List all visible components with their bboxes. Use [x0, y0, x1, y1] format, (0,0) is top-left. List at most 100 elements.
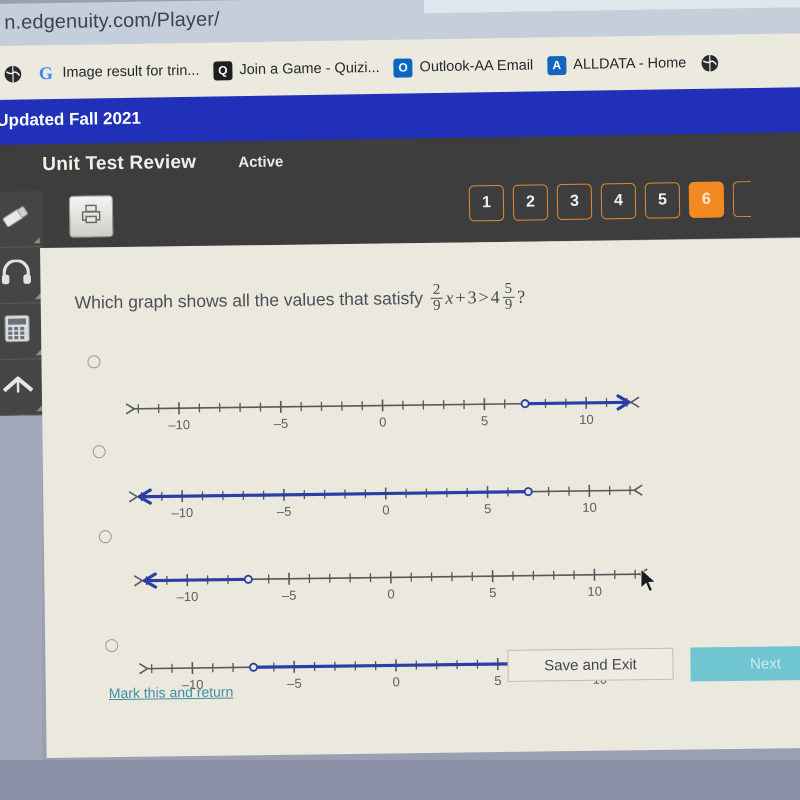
tool-rail: [0, 191, 46, 418]
fraction-denominator: 9: [502, 297, 515, 314]
calculator-tool-button[interactable]: [0, 303, 45, 360]
globe-icon: [3, 64, 22, 83]
screen-photo: n.edgenuity.com/Player/ G Image result f…: [0, 0, 800, 800]
axis-tick-label: –5: [282, 588, 297, 603]
audio-tool-button[interactable]: [0, 247, 44, 304]
banner-text: Updated Fall 2021: [0, 108, 142, 130]
axis-tick-label: –5: [287, 676, 302, 691]
solution-ray: [525, 400, 630, 406]
google-icon: G: [38, 62, 54, 83]
answer-radio-B[interactable]: [92, 445, 106, 459]
axis-arrow: [128, 491, 138, 503]
quizizz-icon: Q: [213, 60, 233, 81]
math-constant: 3: [467, 287, 477, 308]
print-button[interactable]: [68, 195, 114, 238]
number-line-graph: –10 –5 0 5 10: [128, 484, 643, 520]
math-relation: >: [478, 287, 489, 308]
url-text[interactable]: n.edgenuity.com/Player/: [4, 8, 220, 34]
status-badge: Active: [238, 153, 284, 172]
question-nav-button-5[interactable]: 5: [644, 182, 681, 219]
axis-tick-label: 10: [587, 584, 602, 599]
fraction-five-ninths: 5 9: [502, 280, 515, 314]
question-text: Which graph shows all the values that sa…: [74, 288, 424, 313]
endpoint-open-circle: [520, 399, 530, 409]
number-line-option-B[interactable]: –10 –5 0 5 10: [113, 468, 659, 531]
desktop-bottom-strip: [0, 760, 800, 800]
bookmark-label: ALLDATA - Home: [573, 55, 687, 73]
question-panel: Which graph shows all the values that sa…: [40, 237, 800, 758]
question-nav-button-4[interactable]: 4: [600, 182, 637, 220]
question-nav-button-3[interactable]: 3: [556, 183, 593, 221]
axis-tick-label: 0: [379, 414, 386, 429]
collapse-arrow-icon: [1, 372, 35, 402]
question-nav-button-7[interactable]: [732, 181, 752, 218]
question-nav-button-6[interactable]: 6: [688, 181, 725, 219]
axis-tick-label: 10: [582, 500, 597, 515]
bookmark-item-alldata[interactable]: A ALLDATA - Home: [540, 54, 693, 75]
question-nav-button-2[interactable]: 2: [512, 184, 549, 221]
printer-icon: [79, 203, 103, 230]
axis-tick-label: 5: [484, 501, 491, 516]
question-nav: 1 2 3 4 5 6: [468, 181, 752, 222]
headphones-icon: [0, 258, 32, 290]
fraction-numerator: 2: [432, 281, 441, 298]
alldata-icon: A: [547, 55, 567, 75]
axis-tick-label: –5: [274, 416, 289, 431]
solution-ray: [139, 490, 529, 499]
mouse-cursor: [640, 567, 658, 599]
endpoint-open-circle: [243, 574, 253, 584]
math-whole-number: 4: [490, 287, 500, 308]
axis-tick-label: 5: [494, 673, 501, 688]
axis-arrow: [630, 396, 640, 408]
assignment-header: Unit Test Review Active 1 2 3 4 5 6: [0, 132, 800, 250]
solution-ray: [144, 577, 249, 583]
save-and-exit-button[interactable]: Save and Exit: [507, 647, 674, 682]
axis-arrow: [133, 575, 143, 587]
highlighter-icon: [0, 202, 33, 236]
number-line-graph: –10 –5 0 5 10: [133, 568, 648, 604]
collapse-tool-button[interactable]: [0, 359, 46, 416]
answer-radio-D[interactable]: [105, 639, 119, 653]
axis-arrow: [633, 484, 643, 496]
bookmark-label: Join a Game - Quizi...: [239, 59, 380, 79]
endpoint-open-circle: [248, 662, 258, 672]
fraction-denominator: 9: [430, 298, 443, 315]
axis-arrow: [125, 403, 135, 415]
math-expression: 2 9 x + 3 > 4 5 9 ?: [430, 280, 526, 315]
globe-icon: [700, 53, 719, 72]
axis-tick-label: 5: [481, 413, 488, 428]
outlook-icon: O: [393, 57, 413, 78]
bookmark-label: Outlook-AA Email: [419, 57, 534, 76]
bookmark-item-image-result[interactable]: G Image result for trin...: [29, 61, 206, 83]
fraction-two-ninths: 2 9: [430, 281, 443, 315]
axis-tick-label: –10: [168, 417, 190, 432]
mark-this-and-return-link[interactable]: Mark this and return: [109, 684, 234, 702]
axis-tick-label: 0: [382, 502, 389, 517]
axis-tick-label: –10: [171, 505, 193, 520]
number-line-graph: –10 –5 0 5 10: [125, 394, 640, 432]
question-nav-button-1[interactable]: 1: [468, 184, 505, 222]
number-line-option-C[interactable]: –10 –5 0 5 10: [118, 552, 664, 615]
fraction-numerator: 5: [504, 280, 513, 297]
axis-tick-label: –5: [277, 504, 292, 519]
next-button[interactable]: Next: [690, 645, 800, 682]
axis-tick-label: 5: [489, 585, 496, 600]
bookmark-item-globe-2[interactable]: [693, 53, 726, 73]
axis-tick-label: 0: [387, 586, 394, 601]
bookmark-item-outlook[interactable]: O Outlook-AA Email: [386, 56, 540, 78]
bookmark-item-quizizz[interactable]: Q Join a Game - Quizi...: [206, 58, 386, 81]
math-variable: x: [445, 287, 454, 308]
highlighter-tool-button[interactable]: [0, 191, 43, 248]
bookmark-item-globe-1[interactable]: [0, 64, 30, 84]
answer-radio-A[interactable]: [87, 355, 101, 369]
axis-tick-label: 10: [579, 412, 594, 427]
axis-arrow: [139, 663, 148, 675]
bookmark-label: Image result for trin...: [62, 62, 200, 81]
number-line-option-A[interactable]: –10 –5 0 5 10: [110, 380, 656, 443]
calculator-icon: [3, 313, 32, 348]
page-title: Unit Test Review: [42, 151, 197, 176]
answer-radio-C[interactable]: [98, 530, 112, 544]
axis-tick-label: 0: [392, 674, 399, 689]
axis-tick-label: –10: [177, 589, 199, 604]
question-prompt: Which graph shows all the values that sa…: [74, 280, 526, 319]
